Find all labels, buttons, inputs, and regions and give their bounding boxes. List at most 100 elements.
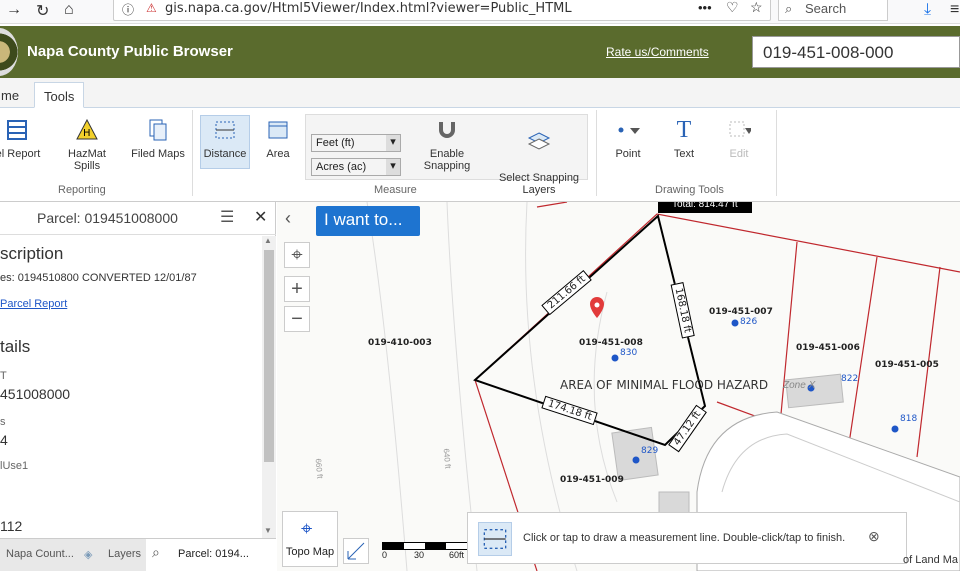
parcel-report-button[interactable]: el Report <box>0 118 42 160</box>
plus-icon: + <box>291 278 303 300</box>
hazmat-spills-button[interactable]: H HazMat Spills <box>54 118 120 172</box>
contour-label: 640 ft <box>441 448 453 469</box>
zoom-in-button[interactable]: + <box>284 276 310 302</box>
area-button[interactable]: Area <box>260 118 296 160</box>
scroll-up-icon[interactable]: ▲ <box>264 236 272 245</box>
topo-map-label: Topo Map <box>285 546 335 558</box>
zoom-out-button[interactable]: − <box>284 306 310 332</box>
more-icon[interactable]: ••• <box>698 0 712 15</box>
parcel-label: 019-451-007 <box>709 307 773 317</box>
tab-napa-county[interactable]: Napa Count... <box>6 548 74 560</box>
scroll-down-icon[interactable]: ▼ <box>264 526 272 535</box>
filed-maps-button[interactable]: Filed Maps <box>130 118 186 160</box>
report-icon <box>7 120 27 140</box>
ribbon-tabs: me Tools <box>0 78 960 108</box>
search-icon: ⌕ <box>785 1 793 16</box>
layers-icon: ◈ <box>84 549 93 561</box>
edit-icon <box>729 121 751 137</box>
info-icon[interactable]: ⓘ <box>122 1 134 18</box>
field-label: T <box>0 370 7 382</box>
field-value: 4 <box>0 432 8 448</box>
parcel-label: 019-451-005 <box>875 360 939 370</box>
address-label: 822 <box>841 374 859 384</box>
divider <box>192 110 193 196</box>
scroll-thumb[interactable] <box>264 250 274 462</box>
reporting-group-label: Reporting <box>58 184 106 196</box>
i-want-to-button[interactable]: I want to... <box>316 206 420 236</box>
browser-toolbar: → ↻ ⌂ ⓘ ⚠ ••• ♡ ☆ gis.napa.ca.gov/Html5V… <box>0 0 960 24</box>
list-menu-icon[interactable]: ☰ <box>220 207 234 227</box>
pocket-icon[interactable]: ♡ <box>726 0 739 16</box>
tab-parcel[interactable]: Parcel: 0194... <box>178 548 249 560</box>
distance-icon <box>478 522 512 556</box>
filed-maps-label: Filed Maps <box>131 148 185 160</box>
url-text: gis.napa.ca.gov/Html5Viewer/Index.html?v… <box>165 1 572 16</box>
distance-label: Distance <box>203 148 247 160</box>
contour-label: 660 ft <box>313 458 325 479</box>
rate-us-link[interactable]: Rate us/Comments <box>606 45 709 59</box>
hazmat-icon: H <box>76 118 98 140</box>
tab-tools[interactable]: Tools <box>34 82 85 108</box>
map-view[interactable]: ‹ I want to... ⌖ + − Total: 814.47 ft 21… <box>277 202 960 571</box>
point-label: Point <box>615 148 641 160</box>
county-seal-logo <box>0 28 18 76</box>
scale-tick: 60ft <box>449 550 465 560</box>
measure-scale-icon[interactable] <box>343 538 369 564</box>
select-snapping-layers-button[interactable]: Select Snapping Layers <box>498 118 580 196</box>
text-icon: T <box>676 117 692 143</box>
address-label: 826 <box>740 317 758 327</box>
basemap-switcher[interactable]: ⌖ Topo Map <box>282 511 338 567</box>
tab-home[interactable]: me <box>0 82 28 108</box>
divider <box>776 110 777 196</box>
browser-search[interactable]: ⌕ Search <box>778 0 888 21</box>
minus-icon: − <box>291 308 303 330</box>
distance-button[interactable]: Distance <box>202 118 248 160</box>
text-button[interactable]: T Text <box>668 118 700 160</box>
edit-label: Edit <box>729 148 749 160</box>
crosshair-icon: ⌖ <box>291 244 303 266</box>
app-title: Napa County Public Browser <box>27 43 233 60</box>
magnet-icon <box>439 122 455 138</box>
divider <box>596 110 597 196</box>
address-label: 829 <box>641 446 659 456</box>
distance-icon <box>215 121 235 139</box>
search-placeholder: Search <box>805 1 847 16</box>
reload-icon[interactable]: ↻ <box>36 1 49 21</box>
description-notes: es: 0194510800 CONVERTED 12/01/87 <box>0 272 197 284</box>
edit-button[interactable]: Edit <box>716 118 762 160</box>
locate-button[interactable]: ⌖ <box>284 242 310 268</box>
text-label: Text <box>673 148 695 160</box>
close-icon[interactable]: ✕ <box>254 207 267 227</box>
parcel-report-link[interactable]: Parcel Report <box>0 298 67 310</box>
description-heading: scription <box>0 244 64 263</box>
area-label: Area <box>266 148 290 160</box>
measure-group-label: Measure <box>374 184 417 196</box>
svg-text:H: H <box>83 128 91 139</box>
close-hint-icon[interactable]: ⊗ <box>868 528 880 545</box>
bookmark-star-icon[interactable]: ☆ <box>750 0 763 16</box>
length-unit-select[interactable]: Feet (ft) <box>311 134 401 152</box>
flood-zone-label: AREA OF MINIMAL FLOOD HAZARD <box>560 378 769 392</box>
enable-snapping-button[interactable]: Enable Snapping <box>406 118 488 172</box>
parcel-label: 019-451-008 <box>579 338 643 348</box>
point-button[interactable]: Point <box>612 118 644 160</box>
home-icon[interactable]: ⌂ <box>64 1 74 19</box>
total-measurement-label: Total: 814.47 ft <box>658 202 752 213</box>
download-icon[interactable]: ⤓ <box>924 1 931 19</box>
menu-icon[interactable]: ≡ <box>950 1 959 19</box>
enable-snapping-label: Enable Snapping <box>423 148 471 172</box>
measure-hint-toast: Click or tap to draw a measurement line.… <box>467 512 907 564</box>
parcel-report-label: el Report <box>0 148 41 160</box>
tab-layers[interactable]: Layers <box>108 548 141 560</box>
parcel-search-input[interactable]: 019-451-008-000 <box>752 36 960 68</box>
point-icon <box>618 127 640 134</box>
area-unit-select[interactable]: Acres (ac) <box>311 158 401 176</box>
collapse-panel-icon[interactable]: ‹ <box>285 208 291 229</box>
field-value: 451008000 <box>0 386 71 402</box>
field-value: 112 <box>0 518 23 534</box>
field-label: s <box>0 416 6 428</box>
filed-maps-icon <box>149 119 167 141</box>
panel-title: Parcel: 019451008000 <box>37 210 178 226</box>
panel-scrollbar[interactable]: ▲ ▼ <box>262 236 276 538</box>
forward-icon[interactable]: → <box>6 1 22 19</box>
